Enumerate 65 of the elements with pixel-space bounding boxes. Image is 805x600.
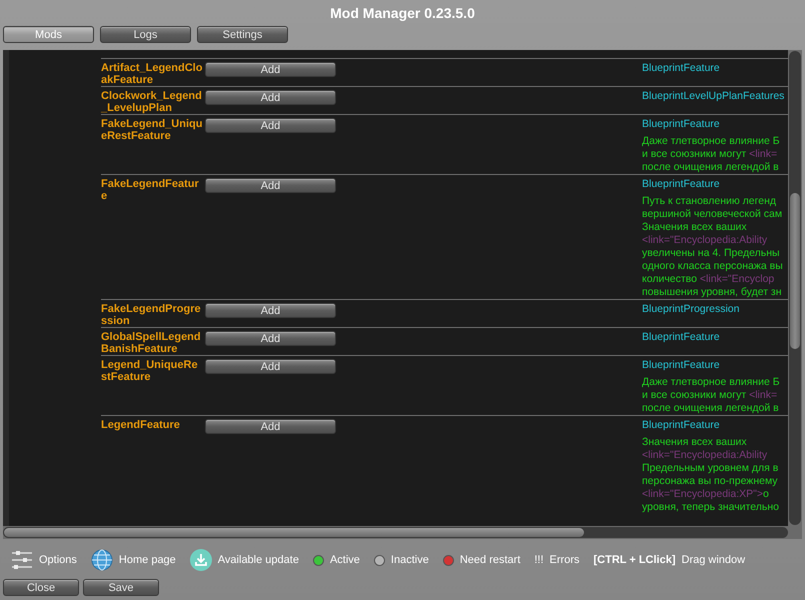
- description-line: персонажа вы по-прежнему: [642, 475, 778, 488]
- mod-name: Clockwork_Legend_LevelupPlan: [101, 90, 203, 114]
- tab[interactable]: Logs: [100, 26, 191, 43]
- globe-icon: [90, 549, 113, 571]
- mod-name: LegendFeature: [101, 419, 181, 433]
- description-line: увеличены на 4. Предельны: [642, 247, 780, 260]
- download-icon: [190, 549, 212, 571]
- legend-label: Active: [330, 554, 360, 566]
- mod-name: GlobalSpellLegendBanishFeature: [101, 331, 202, 355]
- blueprint-type: BlueprintLevelUpPlanFeatures: [642, 90, 786, 102]
- horizontal-scrollbar[interactable]: [3, 527, 788, 538]
- description-line: <link="Encyclopedia:Ability: [642, 234, 768, 247]
- add-button[interactable]: Add: [205, 118, 336, 133]
- legend-label: Options: [39, 554, 77, 566]
- description-line: Путь к становлению легенд: [642, 195, 776, 208]
- close-button[interactable]: Close: [3, 579, 79, 596]
- hotkey-text: [CTRL + LClick]: [594, 554, 676, 566]
- description-line: повышения уровня, будет зн: [642, 286, 782, 299]
- mod-name: FakeLegend_UniqueRestFeature: [101, 118, 203, 144]
- blueprint-type: BlueprintFeature: [642, 62, 721, 74]
- description-line: уровня, теперь значительно: [642, 501, 779, 514]
- description-line: Даже тлетворное влияние Б: [642, 135, 780, 148]
- add-button[interactable]: Add: [205, 359, 336, 374]
- add-button[interactable]: Add: [205, 178, 336, 193]
- mod-name: Artifact_LegendCloakFeature: [101, 62, 203, 86]
- add-button[interactable]: Add: [205, 331, 336, 346]
- description-line: и все союзники могут <link=: [642, 148, 778, 161]
- blueprint-type: BlueprintFeature: [642, 178, 721, 190]
- description-line: <link="Encyclopedia:Ability: [642, 449, 768, 462]
- legend-label: Drag window: [682, 554, 746, 566]
- add-button[interactable]: Add: [205, 419, 336, 434]
- legend-label: Home page: [118, 554, 176, 566]
- mod-name: FakeLegendProgression: [101, 303, 202, 327]
- legend-label: Inactive: [390, 554, 429, 566]
- blueprint-type: BlueprintProgression: [642, 303, 740, 315]
- description-line: после очищения легендой в: [642, 161, 779, 174]
- blueprint-type: BlueprintFeature: [642, 359, 721, 371]
- description-line: после очищения легендой в: [642, 402, 779, 415]
- tab[interactable]: Mods: [3, 26, 94, 43]
- tab[interactable]: Settings: [197, 26, 288, 43]
- sliders-icon: [11, 550, 33, 570]
- description-line: <link="Encyclopedia:XP">о: [642, 488, 769, 501]
- add-button[interactable]: Add: [205, 90, 336, 105]
- window-title: Mod Manager 0.23.5.0: [330, 5, 475, 21]
- add-button[interactable]: Add: [205, 62, 336, 77]
- blueprint-type: BlueprintFeature: [642, 419, 721, 431]
- blueprint-type: BlueprintFeature: [642, 118, 721, 130]
- mod-name: FakeLegendFeature: [101, 178, 200, 204]
- vertical-scrollbar[interactable]: [789, 51, 801, 525]
- mod-name: Legend_UniqueRestFeature: [101, 359, 199, 385]
- description-line: Значения всех ваших: [642, 436, 747, 449]
- description-line: Предельным уровнем для в: [642, 462, 778, 475]
- add-button[interactable]: Add: [205, 303, 336, 318]
- legend-label: Errors: [550, 554, 580, 566]
- blueprint-type: BlueprintFeature: [642, 331, 721, 343]
- legend-label: Available update: [218, 554, 299, 566]
- legend-label: Need restart: [460, 554, 520, 566]
- error-mark: !!!: [534, 554, 544, 566]
- description-line: количество <link="Encyclop: [642, 273, 774, 286]
- save-button[interactable]: Save: [83, 579, 159, 596]
- description-line: и все союзники могут <link=: [642, 389, 778, 402]
- description-line: Значения всех ваших: [642, 221, 747, 234]
- description-line: Даже тлетворное влияние Б: [642, 376, 780, 389]
- description-line: одного класса персонажа вы: [642, 260, 783, 273]
- description-line: вершиной человеческой сам: [642, 208, 782, 221]
